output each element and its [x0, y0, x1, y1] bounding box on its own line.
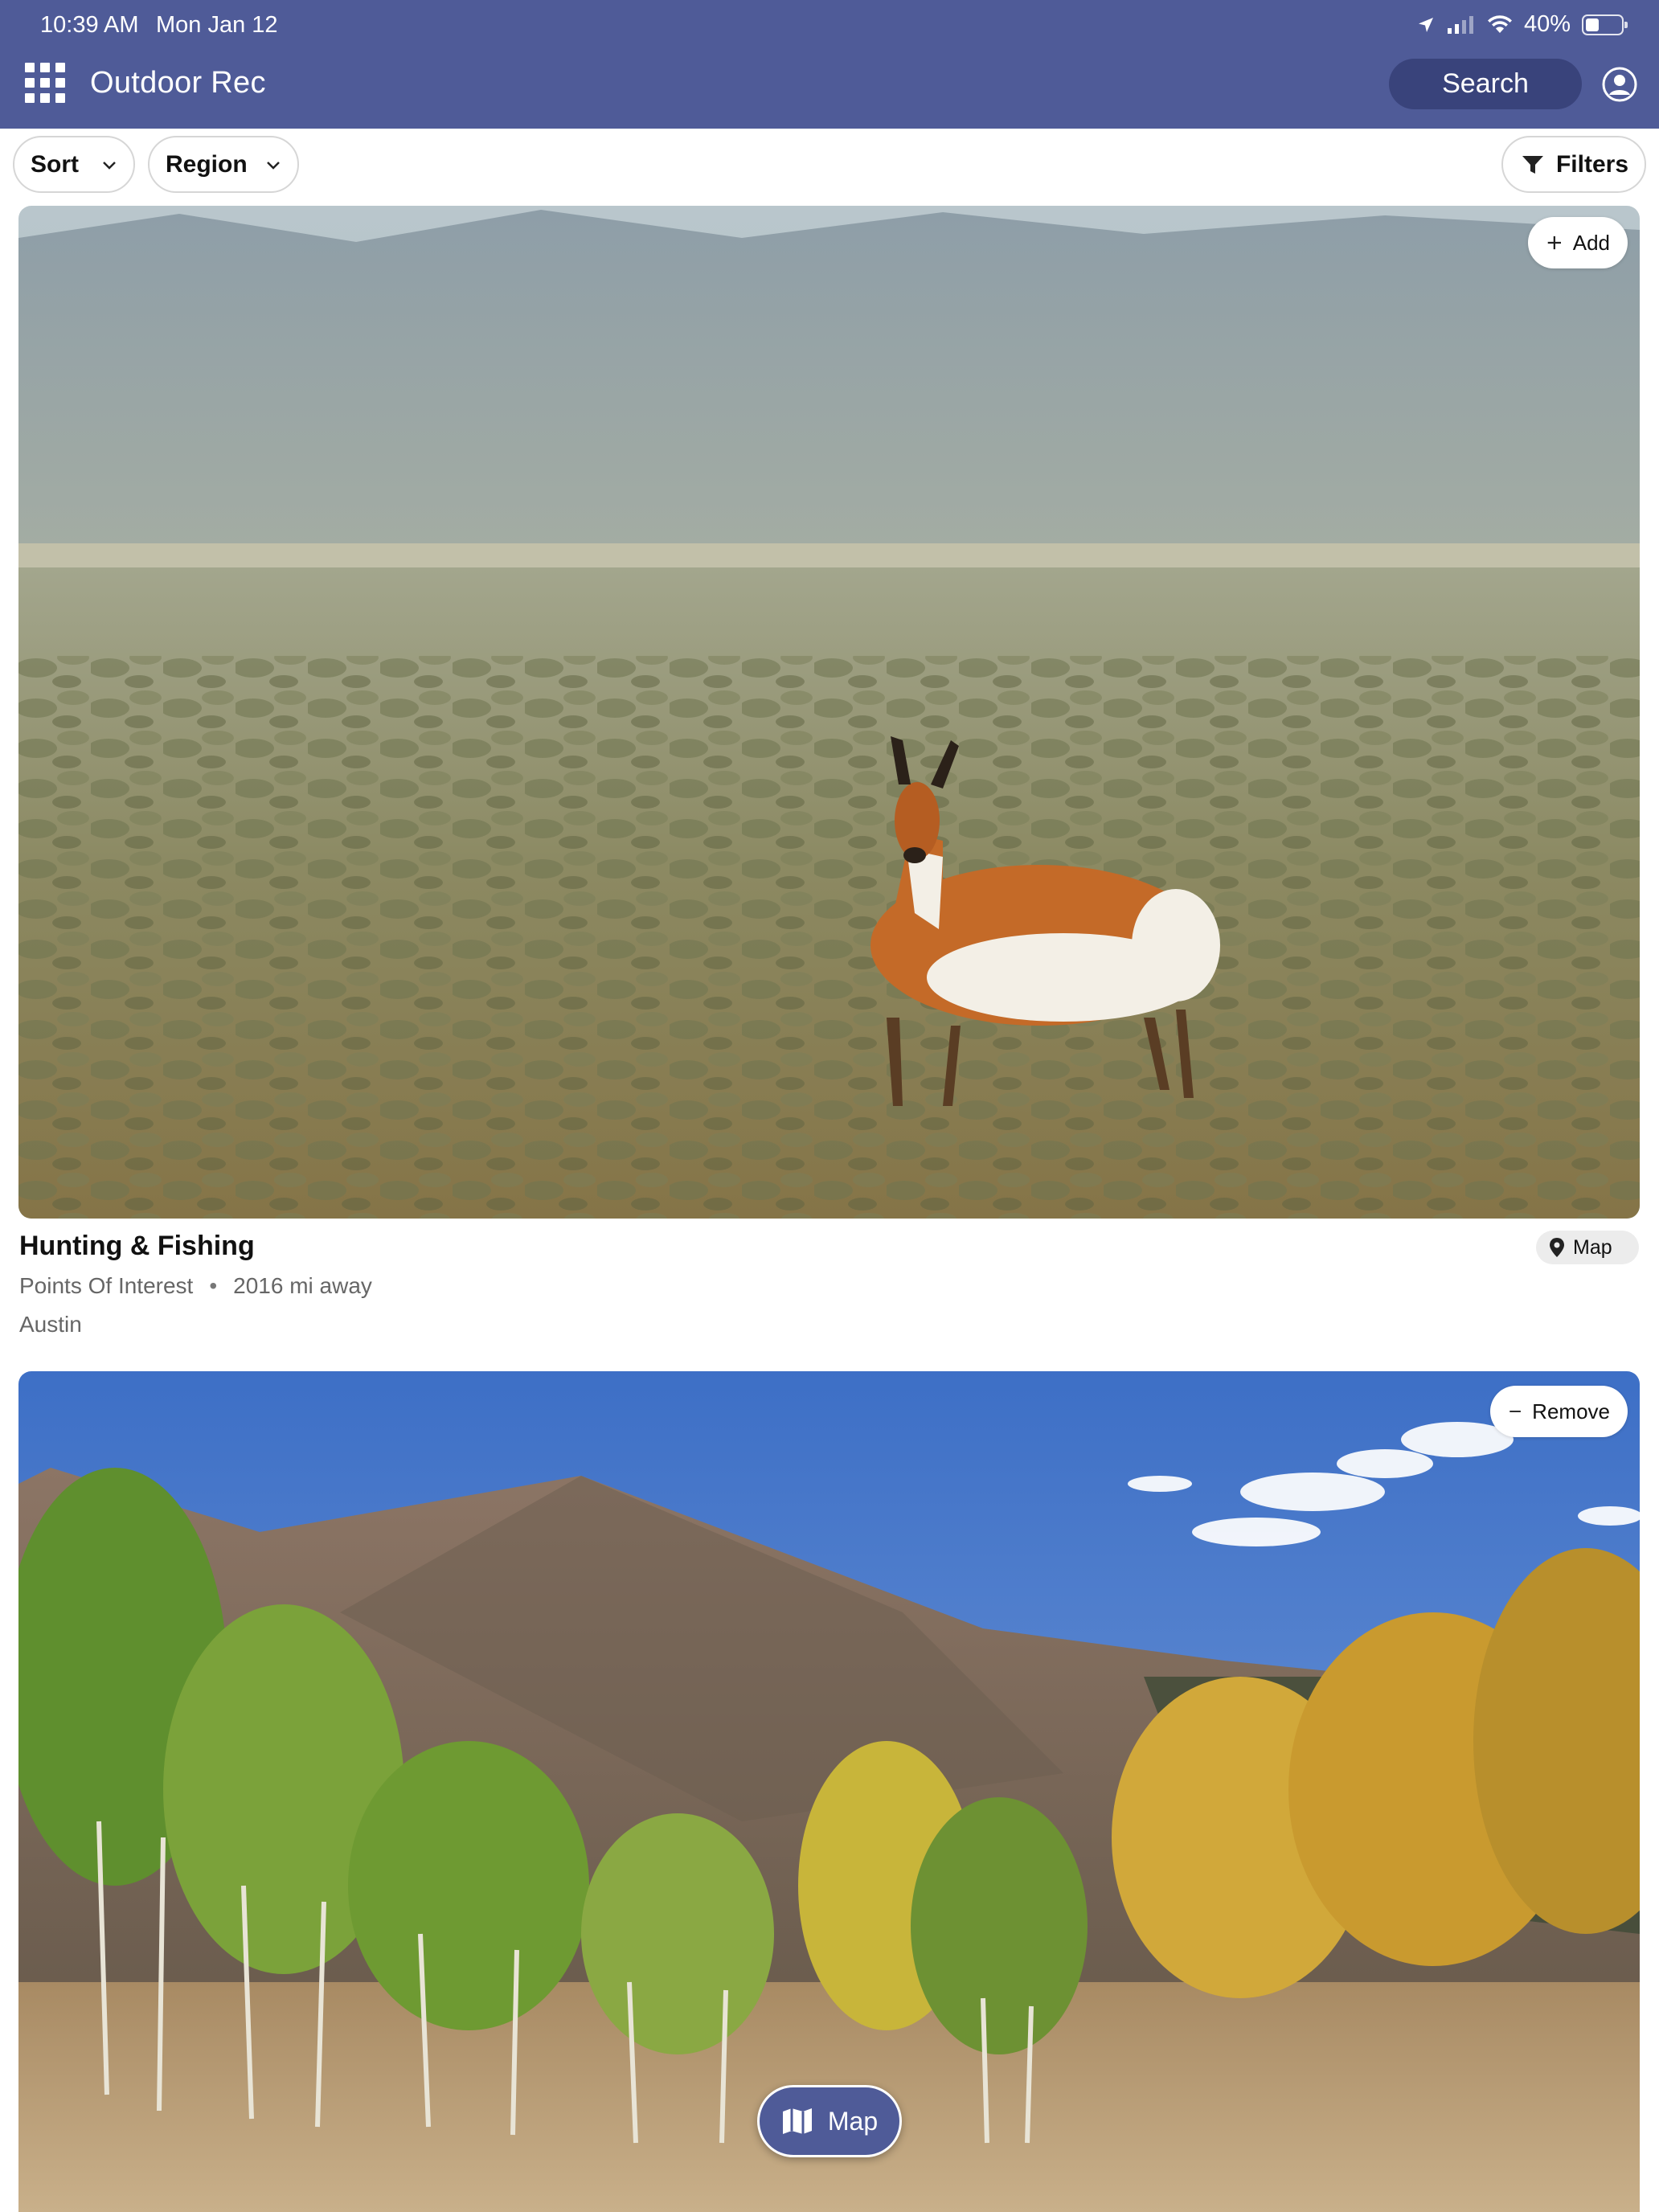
filters-label: Filters	[1555, 150, 1628, 178]
filter-funnel-icon	[1522, 155, 1543, 174]
location-arrow-icon	[1418, 17, 1433, 32]
chevron-down-icon	[103, 161, 116, 170]
apps-grid-icon[interactable]	[25, 63, 65, 103]
minus-icon	[1509, 1411, 1521, 1412]
card-map-button[interactable]: Map	[1536, 1231, 1639, 1264]
region-label: Region	[166, 150, 248, 178]
status-time: 10:39 AM	[40, 12, 139, 38]
sort-dropdown[interactable]: Sort	[13, 136, 135, 193]
status-indicators: 40%	[1416, 11, 1628, 38]
account-icon[interactable]	[1602, 67, 1637, 102]
remove-label: Remove	[1532, 1399, 1610, 1423]
battery-percent: 40%	[1523, 11, 1571, 37]
add-label: Add	[1572, 230, 1610, 255]
status-date: Mon Jan 12	[156, 12, 278, 38]
wifi-icon	[1487, 14, 1512, 33]
separator-dot: •	[209, 1273, 218, 1298]
app-title: Outdoor Rec	[90, 66, 266, 100]
cellular-signal-icon	[1447, 15, 1473, 34]
floating-map-button[interactable]: Map	[757, 2085, 902, 2157]
search-button[interactable]: Search	[1389, 59, 1582, 109]
plus-icon	[1547, 236, 1562, 250]
add-button[interactable]: Add	[1528, 217, 1628, 268]
remove-button[interactable]: Remove	[1490, 1386, 1628, 1437]
card-meta: Points Of Interest • 2016 mi away	[19, 1273, 372, 1299]
top-bar: 10:39 AM Mon Jan 12 40% Outdoor Rec Sear…	[0, 0, 1659, 129]
chevron-down-icon	[267, 161, 280, 170]
pronghorn-landscape-image	[18, 206, 1640, 1219]
map-icon	[782, 2108, 812, 2134]
card-distance: 2016 mi away	[233, 1273, 372, 1298]
sort-label: Sort	[31, 150, 79, 178]
card-city: Austin	[19, 1312, 82, 1337]
filters-button[interactable]: Filters	[1501, 136, 1646, 193]
card-image-hunting-fishing[interactable]	[18, 206, 1640, 1219]
status-bar: 10:39 AM Mon Jan 12 40%	[0, 0, 1659, 51]
card-title[interactable]: Hunting & Fishing	[19, 1231, 255, 1262]
card-category: Points Of Interest	[19, 1273, 194, 1298]
region-dropdown[interactable]: Region	[148, 136, 299, 193]
floating-map-label: Map	[827, 2106, 879, 2136]
card-map-label: Map	[1573, 1235, 1612, 1259]
map-pin-icon	[1550, 1238, 1564, 1257]
battery-icon	[1582, 14, 1628, 35]
